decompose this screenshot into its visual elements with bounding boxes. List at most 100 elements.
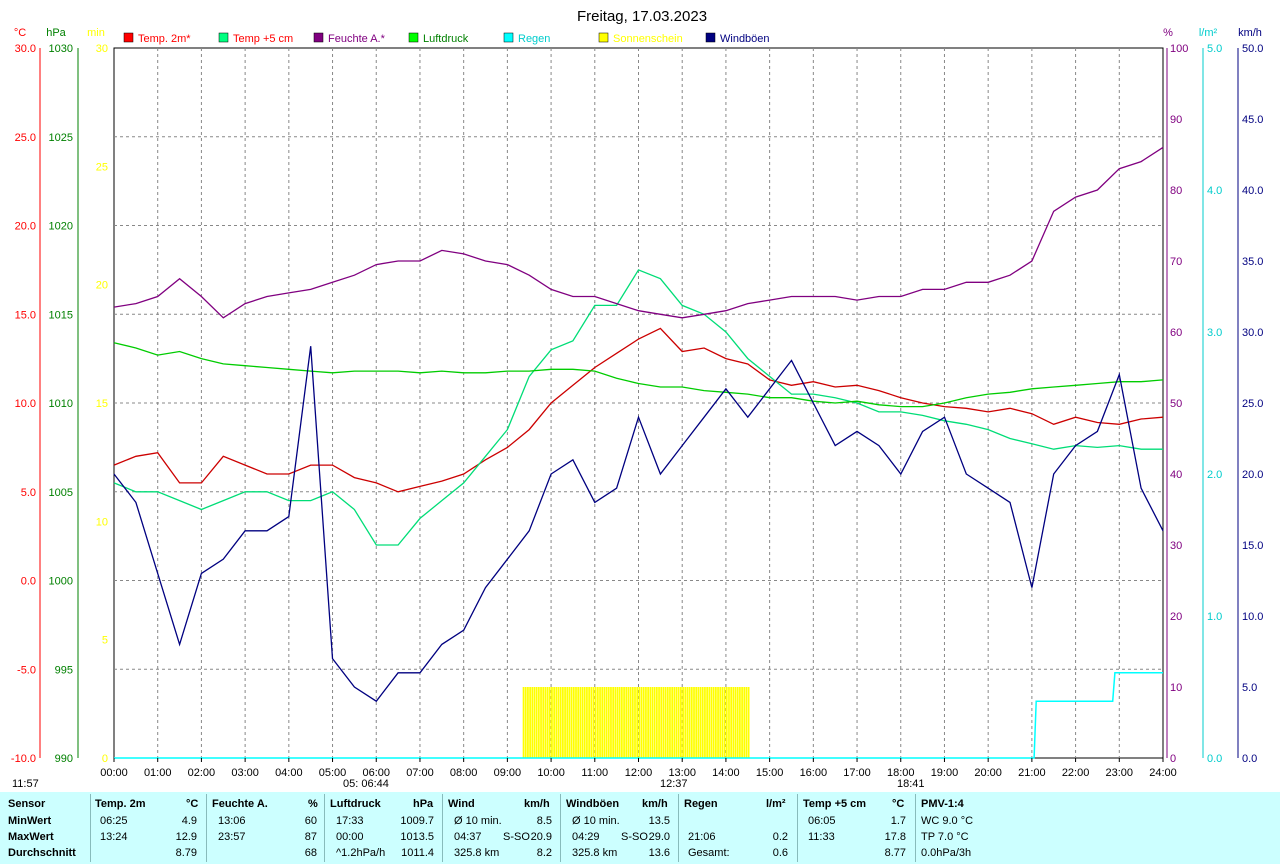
sunshine-unit-label: min	[87, 27, 105, 39]
sunshine-bar	[535, 687, 538, 758]
sunshine-bar	[743, 687, 746, 758]
x-tick-label: 15:00	[756, 767, 784, 779]
sunshine-bar	[537, 687, 540, 758]
wind-unit-label: km/h	[1238, 27, 1262, 39]
sunshine-bar	[653, 687, 656, 758]
sunshine-bar	[669, 687, 671, 758]
stats-header: Windböen	[566, 798, 620, 810]
x-tick-label: 10:00	[537, 767, 565, 779]
series-line-humidity	[113, 146, 1164, 319]
sunshine-bar	[575, 687, 577, 758]
x-tick-label: 11:00	[581, 767, 608, 779]
stats-value: 8.2	[536, 847, 552, 859]
legend-label: Feuchte A.*	[328, 33, 386, 45]
humidity-tick-label: 40	[1170, 469, 1182, 481]
sunshine-bar	[631, 687, 634, 758]
x-tick-label: 24:00	[1149, 767, 1177, 779]
sunshine-bar	[736, 687, 739, 758]
sunshine-bar	[546, 687, 549, 758]
stats-header: Sensor	[8, 798, 46, 810]
sunshine-bar	[732, 687, 735, 758]
legend-swatch	[598, 32, 609, 43]
sunshine-tick-label: 10	[96, 516, 108, 528]
x-tick-label: 04:00	[275, 767, 303, 779]
x-tick-label: 20:00	[974, 767, 1002, 779]
sunshine-bar	[741, 687, 743, 758]
stats-value: 17.8	[884, 831, 906, 843]
stats-column-separator	[678, 794, 679, 862]
sunshine-bar	[697, 687, 700, 758]
pressure-tick-label: 1000	[49, 576, 73, 588]
sunshine-bar	[638, 687, 641, 758]
sunshine-bar	[634, 687, 636, 758]
legend-swatch	[313, 32, 324, 43]
stats-column-separator	[206, 794, 207, 862]
pressure-unit-label: hPa	[46, 27, 66, 39]
pressure-tick-label: 995	[55, 664, 73, 676]
legend-label: Windböen	[720, 33, 770, 45]
sunshine-bar	[551, 687, 553, 758]
wind-tick-label: 5.0	[1242, 682, 1257, 694]
sunshine-bar	[629, 687, 632, 758]
temp-tick-label: 25.0	[15, 132, 36, 144]
stats-value: 13.5	[648, 815, 670, 827]
sunshine-bar	[527, 687, 529, 758]
sunshine-tick-label: 0	[102, 753, 108, 765]
rain-tick-label: 5.0	[1207, 43, 1222, 55]
wind-tick-label: 45.0	[1242, 114, 1263, 126]
stats-header: Wind	[448, 798, 475, 810]
stats-pmv: 0.0hPa/3h	[921, 847, 972, 859]
sunshine-bar	[592, 687, 595, 758]
sunshine-tick-label: 15	[96, 398, 108, 410]
sunshine-bar	[664, 687, 667, 758]
stats-pmv: WC 9.0 °C	[921, 815, 974, 827]
sunshine-bar	[564, 687, 566, 758]
legend-label: Regen	[518, 33, 550, 45]
temp-tick-label: 15.0	[15, 309, 36, 321]
marker-label: 12:37	[660, 778, 688, 790]
sunshine-bar	[540, 687, 542, 758]
x-tick-label: 19:00	[931, 767, 959, 779]
sunshine-bar	[596, 687, 599, 758]
wind-tick-label: 20.0	[1242, 469, 1263, 481]
legend-swatch	[218, 32, 229, 43]
humidity-tick-label: 100	[1170, 43, 1188, 55]
wind-tick-label: 35.0	[1242, 256, 1263, 268]
sunshine-bar	[645, 687, 647, 758]
stats-value: 12.9	[175, 831, 197, 843]
x-tick-label: 07:00	[406, 767, 434, 779]
sunshine-bar	[586, 687, 588, 758]
sunshine-bar	[583, 687, 586, 758]
sunshine-bar	[616, 687, 619, 758]
marker-label: 11:57	[12, 778, 39, 790]
stats-column-separator	[90, 794, 91, 862]
wind-tick-label: 40.0	[1242, 185, 1263, 197]
sunshine-bar	[728, 687, 730, 758]
humidity-tick-label: 20	[1170, 611, 1182, 623]
legend-swatch	[705, 32, 716, 43]
stats-column-separator	[797, 794, 798, 862]
sunshine-bar	[739, 687, 741, 758]
x-tick-label: 16:00	[800, 767, 828, 779]
chart-title: Freitag, 17.03.2023	[577, 8, 707, 25]
stats-header: %	[308, 798, 318, 810]
wind-tick-label: 10.0	[1242, 611, 1263, 623]
sunshine-bar	[690, 687, 693, 758]
stats-header: °C	[892, 798, 905, 810]
sunshine-bar	[627, 687, 630, 758]
sunshine-bar	[710, 687, 713, 758]
stats-column-separator	[324, 794, 325, 862]
sunshine-bar	[625, 687, 628, 758]
sunshine-bar	[721, 687, 724, 758]
sunshine-bar	[723, 687, 726, 758]
stats-column-separator	[915, 794, 916, 862]
legend-label: Luftdruck	[423, 33, 469, 45]
x-tick-label: 02:00	[188, 767, 216, 779]
sunshine-bar	[548, 687, 551, 758]
weather-chart: 00:00 01:00 02:00 03:00 04:00 05:00 06:00 07:00…	[11, 8, 1264, 790]
humidity-tick-label: 10	[1170, 682, 1182, 694]
sunshine-bar	[642, 687, 645, 758]
sunshine-bar	[588, 687, 590, 758]
pressure-tick-label: 1015	[49, 309, 73, 321]
temp-tick-label: -5.0	[17, 664, 36, 676]
